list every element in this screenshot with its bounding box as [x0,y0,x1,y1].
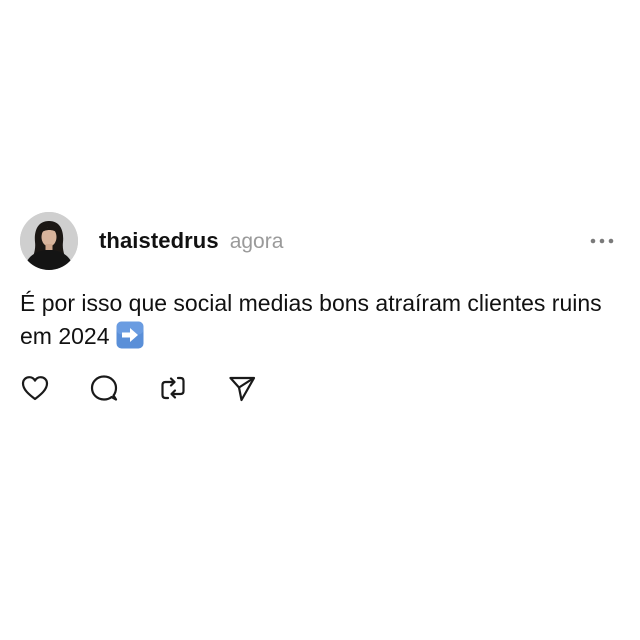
thread-post: thaistedrus agora É por isso que social … [0,0,640,640]
repost-button[interactable] [158,373,188,403]
heart-icon [21,376,49,401]
post-text: É por isso que social medias bons atraír… [20,290,602,349]
post-body: É por isso que social medias bons atraír… [20,287,620,353]
like-button[interactable] [20,373,50,403]
share-button[interactable] [227,373,257,403]
more-horizontal-icon [590,238,614,244]
more-options-button[interactable] [588,230,616,252]
arrow-right-emoji [116,321,144,349]
timestamp: agora [229,230,284,253]
send-icon [229,376,256,402]
reply-button[interactable] [89,373,119,403]
post-header: thaistedrus agora [99,228,283,254]
username[interactable]: thaistedrus [99,228,219,254]
repost-icon [161,376,185,400]
avatar-photo [20,212,78,270]
comment-icon [90,375,118,401]
avatar[interactable] [20,212,78,270]
